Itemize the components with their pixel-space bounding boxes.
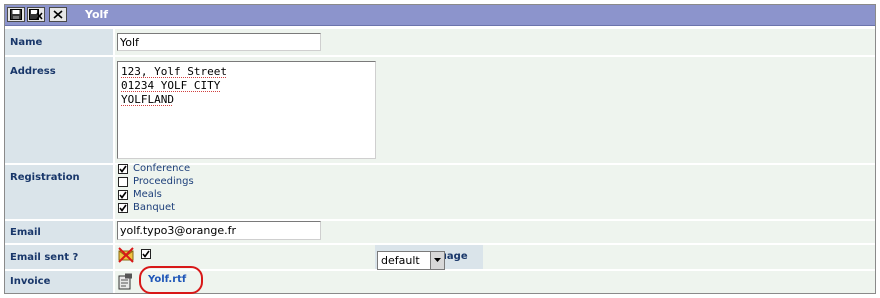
email-language-value: default [381,254,420,267]
save-icon [10,9,22,20]
send-mail-icon[interactable] [117,247,135,263]
invoice-value-cell [115,271,875,293]
highlight-circle [139,266,203,294]
address-label: Address [10,66,56,77]
name-input[interactable] [117,33,321,51]
save-and-close-button[interactable] [27,7,45,22]
checkbox-meals[interactable] [118,190,128,200]
address-line: YOLFLAND [121,93,174,106]
checkbox-banquet[interactable] [118,203,128,213]
registration-label-cell: Registration [5,165,113,219]
dropdown-arrow-button[interactable] [430,252,444,269]
email-sent-label: Email sent ? [10,252,79,263]
title-bar: Yolf [5,5,875,26]
email-label: Email [10,227,41,238]
registration-label: Registration [10,172,80,183]
chevron-down-icon [434,258,441,262]
address-textarea[interactable]: 123, Yolf Street 01234 YOLF CITY YOLFLAN… [117,61,376,159]
email-label-cell: Email [5,221,113,243]
email-sent-label-cell: Email sent ? [5,245,113,269]
checkmark-icon [119,204,127,212]
option-banquet-label: Banquet [133,202,176,213]
email-input[interactable] [117,221,321,240]
option-meals-label: Meals [133,189,162,200]
email-sent-value-cell: Email language [115,245,875,269]
invoice-file-icon[interactable] [117,273,133,291]
address-label-cell: Address [5,57,113,163]
window-title: Yolf [85,8,109,21]
checkbox-proceedings[interactable] [118,177,128,187]
close-icon [53,10,63,19]
save-button[interactable] [7,7,25,22]
close-button[interactable] [49,7,67,22]
invoice-label: Invoice [10,276,51,287]
checkmark-icon [142,250,150,258]
option-conference-label: Conference [133,163,191,174]
address-line: 123, Yolf Street [121,65,227,78]
email-language-select[interactable]: default [377,251,445,270]
registration-value-cell [115,165,875,219]
checkmark-icon [119,165,127,173]
invoice-row: Invoice [5,271,875,293]
option-proceedings-label: Proceedings [133,176,194,187]
checkbox-email-sent[interactable] [141,249,151,259]
save-close-icon [29,9,43,20]
name-label-cell: Name [5,29,113,55]
record-edit-panel: Yolf Name Address 123, Yolf Street 01234… [4,4,876,294]
address-line: 01234 YOLF CITY [121,79,221,92]
name-label: Name [10,37,43,48]
invoice-label-cell: Invoice [5,271,113,293]
checkbox-conference[interactable] [118,164,128,174]
checkmark-icon [119,191,127,199]
